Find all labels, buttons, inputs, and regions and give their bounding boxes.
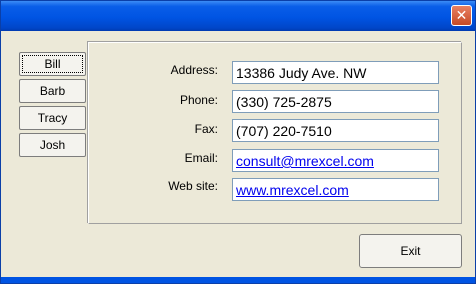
- fax-field[interactable]: (707) 220-7510: [232, 119, 439, 142]
- phone-field[interactable]: (330) 725-2875: [232, 90, 439, 113]
- tab-josh[interactable]: Josh: [19, 133, 86, 157]
- close-icon[interactable]: ✕: [451, 5, 472, 26]
- window-bottom-border: [1, 277, 475, 283]
- website-field[interactable]: www.mrexcel.com: [232, 178, 439, 201]
- exit-button[interactable]: Exit: [359, 234, 462, 268]
- dialog-window: ✕ Bill Barb Tracy Josh Address: 13386 Ju…: [0, 0, 476, 284]
- address-label: Address:: [170, 63, 218, 77]
- email-field[interactable]: consult@mrexcel.com: [232, 149, 439, 172]
- fax-label: Fax:: [194, 122, 218, 136]
- address-field[interactable]: 13386 Judy Ave. NW: [232, 61, 439, 84]
- tab-tracy[interactable]: Tracy: [19, 106, 86, 130]
- tab-bill[interactable]: Bill: [19, 52, 86, 76]
- title-bar[interactable]: ✕: [1, 1, 475, 31]
- email-label: Email:: [184, 151, 218, 165]
- tab-strip: Bill Barb Tracy Josh: [19, 52, 87, 160]
- tab-barb[interactable]: Barb: [19, 79, 86, 103]
- website-label: Web site:: [168, 179, 218, 193]
- phone-label: Phone:: [179, 93, 218, 107]
